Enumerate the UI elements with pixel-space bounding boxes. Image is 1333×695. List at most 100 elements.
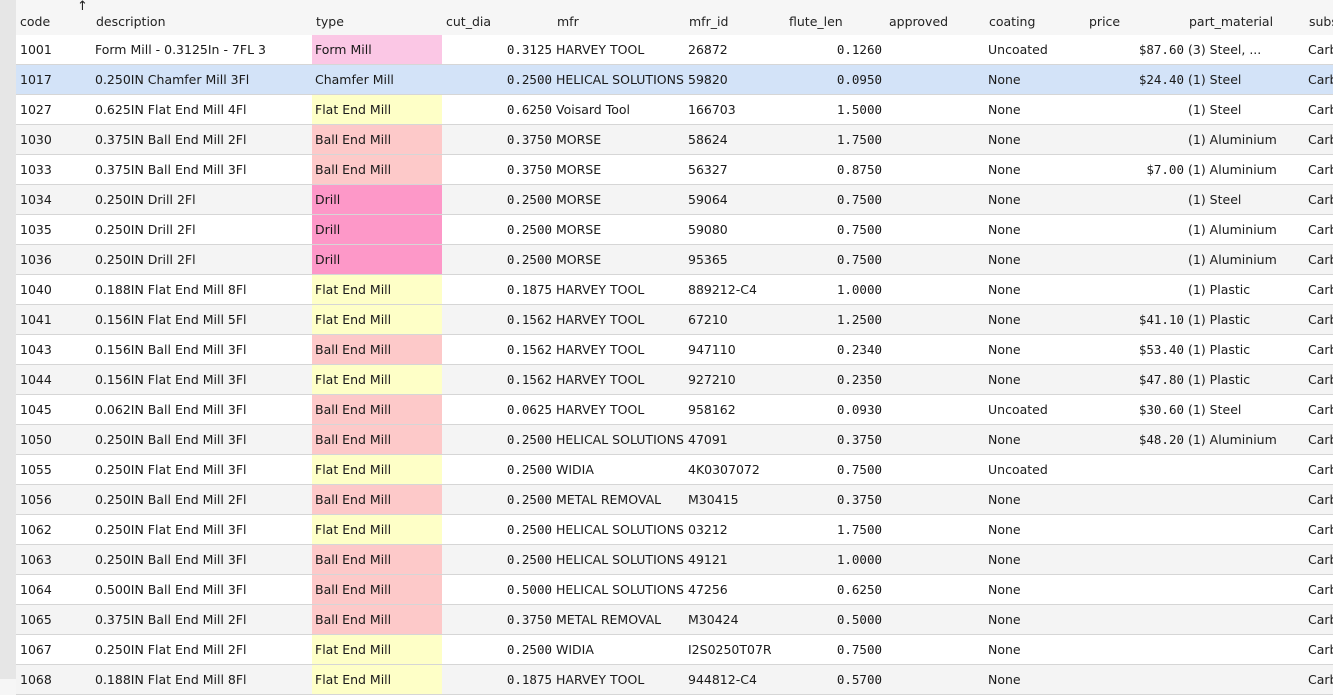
cell-mfr[interactable]: Voisard Tool: [556, 95, 686, 124]
cell-approved[interactable]: [888, 35, 983, 64]
cell-subs[interactable]: Carb: [1308, 425, 1333, 454]
cell-price[interactable]: $41.10: [1088, 305, 1184, 334]
cell-subs[interactable]: Carb: [1308, 35, 1333, 64]
cell-price[interactable]: [1088, 95, 1184, 124]
table-row[interactable]: 1067 0.250IN Flat End Mill 2Fl Flat End Mi…: [16, 635, 1333, 665]
cell-part-material[interactable]: [1188, 485, 1303, 514]
cell-flute-len[interactable]: 1.7500: [788, 125, 882, 154]
cell-part-material[interactable]: (1) Aluminium: [1188, 245, 1303, 274]
cell-description[interactable]: 0.250IN Ball End Mill 3Fl: [95, 425, 310, 454]
cell-approved[interactable]: [888, 395, 983, 424]
cell-approved[interactable]: [888, 185, 983, 214]
cell-part-material[interactable]: [1188, 515, 1303, 544]
column-header-description[interactable]: description: [96, 14, 166, 29]
cell-description[interactable]: 0.156IN Ball End Mill 3Fl: [95, 335, 310, 364]
cell-mfr-id[interactable]: 03212: [688, 515, 788, 544]
cell-price[interactable]: [1088, 605, 1184, 634]
cell-coating[interactable]: None: [988, 125, 1088, 154]
cell-flute-len[interactable]: 0.2350: [788, 365, 882, 394]
cell-approved[interactable]: [888, 545, 983, 574]
cell-mfr-id[interactable]: 49121: [688, 545, 788, 574]
cell-code[interactable]: 1027: [20, 95, 96, 124]
cell-mfr-id[interactable]: 944812-C4: [688, 665, 788, 694]
cell-price[interactable]: [1088, 125, 1184, 154]
cell-cut-dia[interactable]: 0.3750: [442, 125, 552, 154]
cell-part-material[interactable]: [1188, 545, 1303, 574]
table-row[interactable]: 1041 0.156IN Flat End Mill 5Fl Flat End Mi…: [16, 305, 1333, 335]
cell-flute-len[interactable]: 0.0930: [788, 395, 882, 424]
cell-approved[interactable]: [888, 665, 983, 694]
cell-mfr[interactable]: MORSE: [556, 215, 686, 244]
cell-coating[interactable]: None: [988, 245, 1088, 274]
cell-price[interactable]: [1088, 515, 1184, 544]
cell-mfr[interactable]: METAL REMOVAL: [556, 605, 686, 634]
cell-subs[interactable]: Carb: [1308, 665, 1333, 694]
cell-subs[interactable]: Carb: [1308, 365, 1333, 394]
cell-approved[interactable]: [888, 515, 983, 544]
table-row[interactable]: 1068 0.188IN Flat End Mill 8Fl Flat End Mi…: [16, 665, 1333, 695]
cell-cut-dia[interactable]: 0.2500: [442, 245, 552, 274]
cell-cut-dia[interactable]: 0.1562: [442, 305, 552, 334]
cell-mfr-id[interactable]: 927210: [688, 365, 788, 394]
cell-flute-len[interactable]: 1.5000: [788, 95, 882, 124]
cell-description[interactable]: 0.062IN Ball End Mill 3Fl: [95, 395, 310, 424]
cell-flute-len[interactable]: 0.8750: [788, 155, 882, 184]
cell-flute-len[interactable]: 1.0000: [788, 545, 882, 574]
cell-mfr[interactable]: METAL REMOVAL: [556, 485, 686, 514]
cell-code[interactable]: 1033: [20, 155, 96, 184]
cell-cut-dia[interactable]: 0.2500: [442, 215, 552, 244]
cell-flute-len[interactable]: 1.0000: [788, 275, 882, 304]
cell-coating[interactable]: None: [988, 425, 1088, 454]
cell-mfr-id[interactable]: 958162: [688, 395, 788, 424]
cell-flute-len[interactable]: 1.2500: [788, 305, 882, 334]
cell-subs[interactable]: Carb: [1308, 155, 1333, 184]
cell-subs[interactable]: Carb: [1308, 515, 1333, 544]
cell-cut-dia[interactable]: 0.2500: [442, 485, 552, 514]
cell-coating[interactable]: None: [988, 275, 1088, 304]
cell-part-material[interactable]: (1) Steel: [1188, 65, 1303, 94]
cell-code[interactable]: 1067: [20, 635, 96, 664]
cell-coating[interactable]: None: [988, 365, 1088, 394]
cell-cut-dia[interactable]: 0.5000: [442, 575, 552, 604]
cell-type[interactable]: Chamfer Mill: [312, 65, 442, 94]
cell-description[interactable]: 0.625IN Flat End Mill 4Fl: [95, 95, 310, 124]
cell-mfr-id[interactable]: 95365: [688, 245, 788, 274]
cell-subs[interactable]: Carb: [1308, 95, 1333, 124]
column-header-subs[interactable]: subs: [1309, 14, 1333, 29]
cell-cut-dia[interactable]: 0.3125: [442, 35, 552, 64]
cell-flute-len[interactable]: 0.3750: [788, 425, 882, 454]
cell-description[interactable]: 0.250IN Drill 2Fl: [95, 215, 310, 244]
column-header-approved[interactable]: approved: [889, 14, 948, 29]
table-row-selected[interactable]: 1017 0.250IN Chamfer Mill 3Fl Chamfer Mill…: [16, 65, 1333, 95]
cell-code[interactable]: 1041: [20, 305, 96, 334]
cell-mfr[interactable]: HARVEY TOOL: [556, 395, 686, 424]
cell-price[interactable]: $87.60: [1088, 35, 1184, 64]
cell-mfr[interactable]: HELICAL SOLUTIONS: [556, 515, 686, 544]
cell-subs[interactable]: Carb: [1308, 305, 1333, 334]
cell-part-material[interactable]: (1) Aluminium: [1188, 425, 1303, 454]
sort-ascending-icon[interactable]: ↑: [77, 0, 88, 14]
cell-type[interactable]: Ball End Mill: [312, 545, 442, 574]
cell-mfr-id[interactable]: 889212-C4: [688, 275, 788, 304]
table-row[interactable]: 1043 0.156IN Ball End Mill 3Fl Ball End Mi…: [16, 335, 1333, 365]
cell-description[interactable]: 0.250IN Chamfer Mill 3Fl: [95, 65, 310, 94]
cell-mfr-id[interactable]: 59064: [688, 185, 788, 214]
cell-coating[interactable]: Uncoated: [988, 395, 1088, 424]
cell-cut-dia[interactable]: 0.2500: [442, 185, 552, 214]
cell-type[interactable]: Flat End Mill: [312, 455, 442, 484]
cell-mfr[interactable]: HARVEY TOOL: [556, 275, 686, 304]
cell-price[interactable]: [1088, 635, 1184, 664]
cell-mfr[interactable]: HARVEY TOOL: [556, 35, 686, 64]
cell-subs[interactable]: Carb: [1308, 605, 1333, 634]
cell-flute-len[interactable]: 0.7500: [788, 185, 882, 214]
cell-flute-len[interactable]: 0.7500: [788, 635, 882, 664]
cell-subs[interactable]: Carb: [1308, 335, 1333, 364]
cell-mfr-id[interactable]: M30424: [688, 605, 788, 634]
cell-description[interactable]: 0.188IN Flat End Mill 8Fl: [95, 665, 310, 694]
table-row[interactable]: 1035 0.250IN Drill 2Fl Drill 0.2500 MORSE 590…: [16, 215, 1333, 245]
cell-cut-dia[interactable]: 0.3750: [442, 155, 552, 184]
cell-description[interactable]: 0.500IN Ball End Mill 3Fl: [95, 575, 310, 604]
cell-part-material[interactable]: [1188, 605, 1303, 634]
cell-mfr-id[interactable]: 166703: [688, 95, 788, 124]
cell-subs[interactable]: Carb: [1308, 575, 1333, 604]
